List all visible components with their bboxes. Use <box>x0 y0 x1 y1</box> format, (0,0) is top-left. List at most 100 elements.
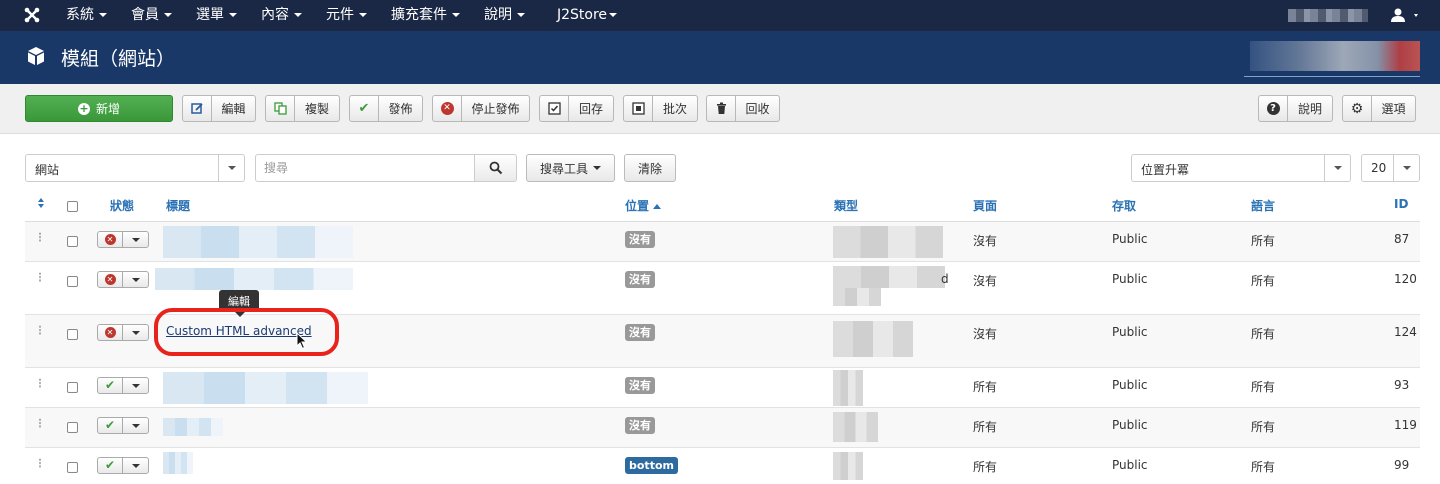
drag-handle-icon[interactable] <box>38 458 42 468</box>
blurred-title <box>163 372 368 404</box>
menu-extensions[interactable]: 擴充套件 <box>379 0 472 31</box>
header-position[interactable]: 位置 <box>625 197 662 214</box>
published-check-icon: ✔ <box>104 458 116 472</box>
caret-down-icon <box>593 166 601 170</box>
blurred-site-name <box>1288 9 1368 22</box>
check-icon: ✔ <box>350 96 379 121</box>
status-toggle[interactable]: ✔ <box>97 457 149 474</box>
position-badge: bottom <box>625 457 678 474</box>
header-id[interactable]: ID <box>1394 197 1408 211</box>
drag-handle-icon[interactable] <box>38 325 42 335</box>
id-cell: 87 <box>1394 232 1410 246</box>
status-toggle[interactable]: ✕ <box>97 271 149 288</box>
header-language[interactable]: 語言 <box>1251 197 1275 214</box>
position-badge: 沒有 <box>625 377 655 394</box>
batch-button[interactable]: 批次 <box>623 95 698 122</box>
mouse-cursor-icon <box>296 331 308 350</box>
caret-down-icon <box>1393 155 1419 181</box>
copy-button[interactable]: 複製 <box>265 95 340 122</box>
check-all-checkbox[interactable] <box>67 201 78 212</box>
id-cell: 93 <box>1394 378 1410 392</box>
unpublish-button[interactable]: ✕ 停止發佈 <box>432 95 530 122</box>
blurred-title <box>163 452 193 474</box>
publish-button[interactable]: ✔ 發佈 <box>349 95 423 122</box>
caret-down-icon <box>517 13 525 17</box>
search-button[interactable] <box>474 154 517 182</box>
search-tools-button[interactable]: 搜尋工具 <box>526 154 615 182</box>
position-badge: 沒有 <box>625 417 655 434</box>
caret-down-icon <box>229 13 237 17</box>
access-cell: Public <box>1112 272 1148 286</box>
limit-select[interactable]: 20 <box>1361 154 1420 182</box>
drag-handle-icon[interactable] <box>38 418 42 428</box>
caret-down-icon <box>294 13 302 17</box>
caret-down-icon <box>609 13 618 17</box>
header-pages[interactable]: 頁面 <box>973 197 997 214</box>
plus-icon: + <box>77 101 90 115</box>
cube-icon <box>25 45 47 67</box>
edit-icon <box>183 96 212 121</box>
blurred-title <box>163 418 223 436</box>
published-check-icon: ✔ <box>104 418 116 432</box>
red-highlight-annotation <box>154 308 339 356</box>
row-checkbox[interactable] <box>67 382 78 393</box>
clear-button[interactable]: 清除 <box>624 154 676 182</box>
search-field-wrapper <box>255 154 475 182</box>
caret-down-icon <box>99 13 107 17</box>
user-menu[interactable] <box>1388 5 1422 25</box>
row-checkbox[interactable] <box>67 236 78 247</box>
row-checkbox[interactable] <box>67 462 78 473</box>
joomla-logo-icon[interactable] <box>22 6 42 26</box>
language-cell: 所有 <box>1251 460 1276 474</box>
search-icon <box>489 161 502 175</box>
status-toggle[interactable]: ✕ <box>97 324 149 341</box>
row-checkbox[interactable] <box>67 276 78 287</box>
search-input[interactable] <box>256 155 474 181</box>
access-cell: Public <box>1112 232 1148 246</box>
status-toggle[interactable]: ✔ <box>97 377 149 394</box>
question-icon: ? <box>1259 96 1288 121</box>
row-checkbox[interactable] <box>67 422 78 433</box>
drag-handle-icon[interactable] <box>38 272 42 282</box>
menu-j2store[interactable]: J2Store <box>537 0 629 31</box>
status-toggle[interactable]: ✕ <box>97 231 149 248</box>
new-button[interactable]: + 新增 <box>25 95 173 122</box>
blurred-type <box>833 226 943 258</box>
id-cell: 124 <box>1394 325 1417 339</box>
menu-help[interactable]: 說明 <box>472 0 537 31</box>
sort-select[interactable]: 位置升冪 <box>1131 154 1351 182</box>
drag-handle-icon[interactable] <box>38 232 42 242</box>
menu-content[interactable]: 內容 <box>249 0 314 31</box>
blurred-logo <box>1250 41 1420 71</box>
checkin-button[interactable]: 回存 <box>539 95 614 122</box>
options-button[interactable]: ⚙ 選項 <box>1342 95 1416 122</box>
pages-cell: 沒有 <box>973 234 998 248</box>
pages-cell: 沒有 <box>973 274 998 288</box>
edit-button[interactable]: 編輯 <box>182 95 256 122</box>
published-check-icon: ✔ <box>104 378 116 392</box>
header-type[interactable]: 類型 <box>834 197 858 214</box>
help-button[interactable]: ? 說明 <box>1258 95 1333 122</box>
access-cell: Public <box>1112 378 1148 392</box>
header-title[interactable]: 標題 <box>166 197 190 214</box>
page-title: 模組（網站） <box>61 48 176 70</box>
header-access[interactable]: 存取 <box>1112 197 1136 214</box>
menu-components[interactable]: 元件 <box>314 0 379 31</box>
trash-button[interactable]: 回收 <box>706 95 780 122</box>
header-status[interactable]: 狀態 <box>110 197 134 214</box>
access-cell: Public <box>1112 418 1148 432</box>
id-cell: 120 <box>1394 272 1417 286</box>
ordering-sort-icon[interactable] <box>37 197 45 212</box>
status-toggle[interactable]: ✔ <box>97 417 149 434</box>
client-select[interactable]: 網站 <box>25 154 245 182</box>
position-badge: 沒有 <box>625 271 655 288</box>
unpublished-icon: ✕ <box>104 234 116 245</box>
blurred-title <box>163 226 353 258</box>
menu-menus[interactable]: 選單 <box>184 0 249 31</box>
batch-icon <box>624 96 653 121</box>
blurred-title <box>155 268 353 290</box>
menu-system[interactable]: 系統 <box>54 0 119 31</box>
drag-handle-icon[interactable] <box>38 378 42 388</box>
menu-users[interactable]: 會員 <box>119 0 184 31</box>
row-checkbox[interactable] <box>67 329 78 340</box>
